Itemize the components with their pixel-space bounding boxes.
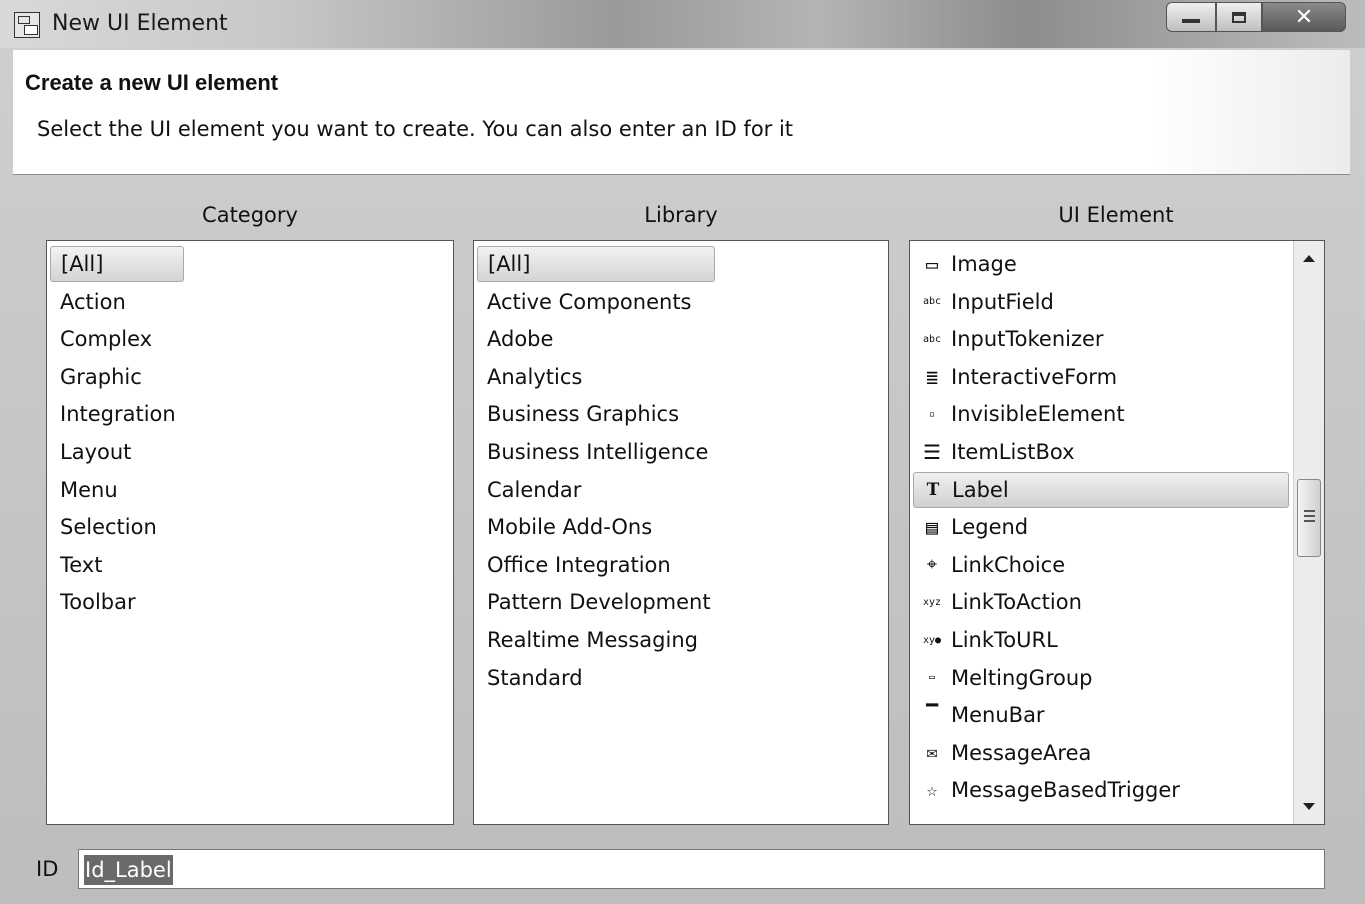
new-ui-element-dialog: New UI Element ✕ Create a new UI element…	[0, 0, 1365, 904]
library-item[interactable]: Standard	[477, 660, 583, 696]
category-item[interactable]: Toolbar	[50, 584, 136, 620]
label-icon: T	[926, 479, 940, 500]
ui-element-scrollbar[interactable]	[1293, 241, 1324, 824]
library-item[interactable]: Analytics	[477, 359, 582, 395]
category-list[interactable]: [All] Action Complex Graphic Integration Layo…	[46, 240, 454, 825]
image-icon: ▭	[925, 252, 939, 276]
category-item[interactable]: Complex	[50, 321, 152, 357]
ui-element-item[interactable]: ▭ Image	[913, 246, 1283, 282]
message-area-icon: ✉	[926, 742, 938, 764]
dialog-header: Create a new UI element Select the UI el…	[13, 50, 1350, 175]
maximize-icon	[1232, 11, 1246, 23]
minimize-button[interactable]	[1166, 2, 1216, 32]
legend-icon: ▤	[925, 515, 939, 540]
ui-element-item[interactable]: ⌖ LinkChoice	[913, 547, 1283, 583]
ui-element-label: Legend	[951, 515, 1029, 540]
list-box-icon: ☰	[923, 440, 941, 464]
ui-element-label: MessageArea	[951, 740, 1092, 765]
title-bar[interactable]: New UI Element ✕	[0, 0, 1365, 48]
ui-element-heading: UI Element	[1058, 203, 1174, 227]
ui-element-label: InputField	[951, 289, 1054, 314]
id-input[interactable]	[78, 849, 1325, 889]
id-label: ID	[36, 857, 59, 881]
grip-icon	[1304, 510, 1315, 524]
ui-element-item[interactable]: xy● LinkToURL	[913, 622, 1283, 658]
dialog-icon	[14, 12, 40, 38]
ui-element-item[interactable]: ☆ MessageBasedTrigger	[913, 772, 1283, 808]
minimize-icon	[1182, 19, 1200, 23]
header-title: Create a new UI element	[25, 70, 279, 95]
input-field-icon: abc	[922, 296, 942, 308]
ui-element-label: InteractiveForm	[951, 364, 1118, 389]
library-item[interactable]: Pattern Development	[477, 584, 711, 620]
category-item[interactable]: Graphic	[50, 359, 142, 395]
category-item[interactable]: Text	[50, 547, 102, 583]
ui-element-label: ItemListBox	[951, 440, 1075, 464]
ui-element-label: InvisibleElement	[951, 402, 1125, 427]
category-item[interactable]: Layout	[50, 434, 131, 470]
melting-group-icon: ▭	[928, 672, 936, 684]
menu-bar-icon: ▔	[925, 703, 939, 728]
scroll-down-arrow-icon[interactable]	[1303, 803, 1315, 810]
library-list[interactable]: [All] Active Components Adobe Analytics Busi…	[473, 240, 889, 825]
ui-element-item[interactable]: abc InputField	[913, 284, 1283, 320]
library-item[interactable]: Office Integration	[477, 547, 671, 583]
ui-element-label: MeltingGroup	[951, 665, 1093, 690]
category-item[interactable]: Action	[50, 284, 126, 320]
library-item[interactable]: [All]	[477, 246, 715, 282]
ui-element-label: Label	[952, 477, 1009, 502]
invisible-element-icon: ▫	[928, 408, 936, 420]
window-title: New UI Element	[52, 11, 228, 36]
library-item[interactable]: Business Intelligence	[477, 434, 708, 470]
ui-element-item[interactable]: xyz LinkToAction	[913, 584, 1283, 620]
link-to-url-icon: xy●	[922, 634, 942, 646]
category-item[interactable]: Integration	[50, 396, 176, 432]
ui-element-label: MessageBasedTrigger	[951, 778, 1180, 803]
category-item[interactable]: Selection	[50, 509, 157, 545]
category-item[interactable]: Menu	[50, 472, 118, 508]
header-description: Select the UI element you want to create…	[37, 117, 794, 141]
close-button[interactable]: ✕	[1262, 2, 1346, 32]
ui-element-label: MenuBar	[951, 703, 1045, 728]
ui-element-item[interactable]: ▔ MenuBar	[913, 697, 1283, 733]
ui-element-item[interactable]: T Label	[913, 471, 1289, 508]
link-to-action-icon: xyz	[922, 596, 942, 608]
ui-element-item[interactable]: ☰ ItemListBox	[913, 434, 1283, 470]
library-item[interactable]: Active Components	[477, 284, 692, 320]
link-choice-icon: ⌖	[926, 554, 938, 576]
message-trigger-icon: ☆	[926, 779, 938, 801]
ui-element-label: LinkToAction	[951, 590, 1082, 615]
library-item[interactable]: Calendar	[477, 472, 581, 508]
close-icon: ✕	[1294, 4, 1314, 30]
form-icon: ≣	[925, 364, 939, 389]
category-item[interactable]: [All]	[50, 246, 184, 282]
library-heading: Library	[644, 203, 718, 227]
ui-element-item[interactable]: ▫ InvisibleElement	[913, 396, 1283, 432]
ui-element-item[interactable]: ▤ Legend	[913, 509, 1283, 545]
category-heading: Category	[202, 203, 298, 227]
maximize-button[interactable]	[1216, 2, 1262, 32]
ui-element-list[interactable]: ▭ Image abc InputField abc InputTokenizer ≣ Int…	[909, 240, 1325, 825]
input-tokenizer-icon: abc	[922, 333, 942, 345]
library-item[interactable]: Business Graphics	[477, 396, 679, 432]
scrollbar-thumb[interactable]	[1297, 479, 1321, 557]
ui-element-label: LinkToURL	[951, 628, 1058, 652]
ui-element-label: Image	[951, 252, 1017, 276]
scroll-up-arrow-icon[interactable]	[1303, 255, 1315, 262]
ui-element-item[interactable]: ≣ InteractiveForm	[913, 359, 1283, 395]
ui-element-item[interactable]: ✉ MessageArea	[913, 735, 1283, 771]
ui-element-label: InputTokenizer	[951, 327, 1104, 352]
library-item[interactable]: Realtime Messaging	[477, 622, 698, 658]
ui-element-item[interactable]: ▭ MeltingGroup	[913, 660, 1283, 696]
library-item[interactable]: Mobile Add-Ons	[477, 509, 652, 545]
library-item[interactable]: Adobe	[477, 321, 553, 357]
window-controls: ✕	[1166, 2, 1346, 34]
ui-element-item[interactable]: abc InputTokenizer	[913, 321, 1283, 357]
ui-element-label: LinkChoice	[951, 552, 1066, 577]
